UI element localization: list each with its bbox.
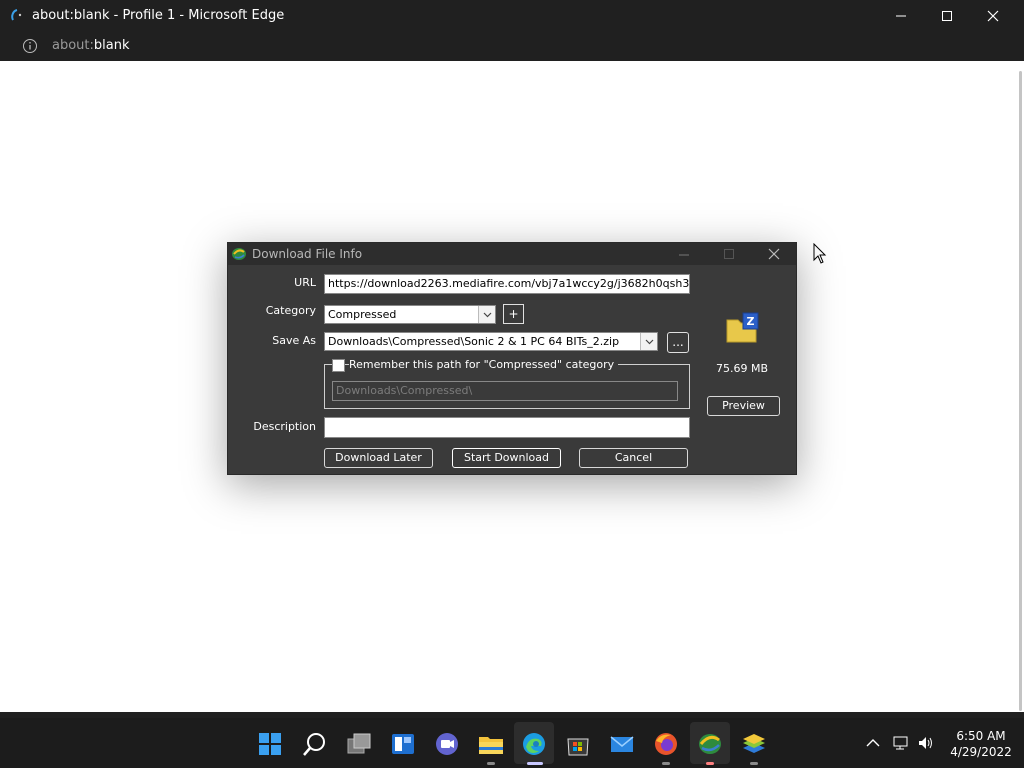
info-icon[interactable]: [22, 38, 38, 54]
scrollbar-thumb[interactable]: [1019, 71, 1022, 711]
store-icon[interactable]: [565, 731, 591, 757]
category-dropdown-arrow[interactable]: [478, 306, 495, 323]
category-select[interactable]: Compressed: [324, 305, 496, 324]
close-icon: [987, 10, 999, 21]
minimize-button[interactable]: [878, 0, 924, 31]
remember-path-field: Downloads\Compressed\: [332, 381, 678, 401]
close-window-button[interactable]: [970, 0, 1016, 31]
idm-icon[interactable]: [697, 731, 723, 757]
save-as-dropdown-arrow[interactable]: [640, 333, 657, 350]
save-as-label: Save As: [272, 334, 316, 347]
volume-icon[interactable]: [917, 735, 935, 751]
dialog-minimize-icon[interactable]: [675, 246, 693, 262]
bluestacks-icon[interactable]: [741, 731, 767, 757]
clock-time: 6:50 AM: [956, 729, 1006, 743]
idm-app-icon: [232, 248, 246, 260]
chevron-down-icon: [645, 339, 653, 344]
browse-button[interactable]: ...: [667, 332, 689, 353]
widgets-icon[interactable]: [390, 731, 416, 757]
dialog-titlebar[interactable]: Download File Info: [228, 243, 796, 265]
url-field[interactable]: https://download2263.mediafire.com/vbj7a…: [324, 274, 690, 294]
mail-icon[interactable]: [609, 731, 635, 757]
dialog-maximize-icon[interactable]: [720, 246, 738, 262]
cancel-button[interactable]: Cancel: [579, 448, 688, 468]
url-label: URL: [294, 276, 316, 289]
category-label: Category: [265, 304, 316, 317]
page-scrollbar[interactable]: [1016, 61, 1024, 712]
zip-file-icon: Z: [726, 312, 759, 343]
page-left-edge: [0, 61, 8, 712]
category-value: Compressed: [328, 308, 397, 321]
description-field[interactable]: [324, 417, 690, 438]
minimize-icon: [896, 15, 906, 16]
remember-path-label[interactable]: Remember this path for "Compressed" cate…: [349, 358, 619, 371]
dialog-close-icon[interactable]: [765, 246, 783, 262]
edge-icon[interactable]: [521, 731, 547, 757]
dialog-title: Download File Info: [252, 247, 363, 261]
mouse-cursor-icon: [813, 243, 827, 264]
svg-text:Z: Z: [747, 315, 755, 328]
idm-running-indicator: [706, 762, 714, 765]
file-size: 75.69 MB: [715, 362, 769, 375]
maximize-button[interactable]: [924, 0, 970, 31]
chat-icon[interactable]: [434, 731, 460, 757]
system-clock[interactable]: 6:50 AM 4/29/2022: [946, 728, 1016, 760]
description-label: Description: [253, 420, 316, 433]
bluestacks-running-indicator: [750, 762, 758, 765]
file-explorer-icon[interactable]: [478, 731, 504, 757]
task-view-icon[interactable]: [346, 731, 372, 757]
edge-running-indicator: [527, 762, 543, 765]
download-later-button[interactable]: Download Later: [324, 448, 433, 468]
start-download-button[interactable]: Start Download: [452, 448, 561, 468]
add-category-button[interactable]: +: [503, 304, 524, 324]
window-title: about:blank - Profile 1 - Microsoft Edge: [32, 8, 285, 23]
preview-button[interactable]: Preview: [707, 396, 780, 416]
remember-path-checkbox[interactable]: [332, 359, 345, 372]
save-as-select[interactable]: Downloads\Compressed\Sonic 2 & 1 PC 64 B…: [324, 332, 658, 351]
address-bar[interactable]: about:blank: [8, 31, 1016, 61]
firefox-running-indicator: [662, 762, 670, 765]
browser-titlebar: about:blank - Profile 1 - Microsoft Edge: [0, 0, 1024, 31]
maximize-icon: [942, 10, 952, 21]
chevron-up-icon[interactable]: [864, 735, 882, 751]
firefox-icon[interactable]: [653, 731, 679, 757]
explorer-running-indicator: [487, 762, 495, 765]
clock-date: 4/29/2022: [950, 745, 1012, 759]
search-icon[interactable]: [302, 731, 328, 757]
windows-start-icon[interactable]: [257, 731, 283, 757]
save-as-value: Downloads\Compressed\Sonic 2 & 1 PC 64 B…: [328, 335, 620, 348]
address-url[interactable]: about:blank: [52, 38, 130, 53]
chevron-down-icon: [483, 312, 491, 317]
edge-tab-icon: [11, 9, 22, 21]
download-file-info-dialog: Download File Info URL https://download2…: [227, 242, 797, 475]
taskbar: 6:50 AM 4/29/2022: [0, 718, 1024, 768]
network-icon[interactable]: [892, 735, 910, 751]
